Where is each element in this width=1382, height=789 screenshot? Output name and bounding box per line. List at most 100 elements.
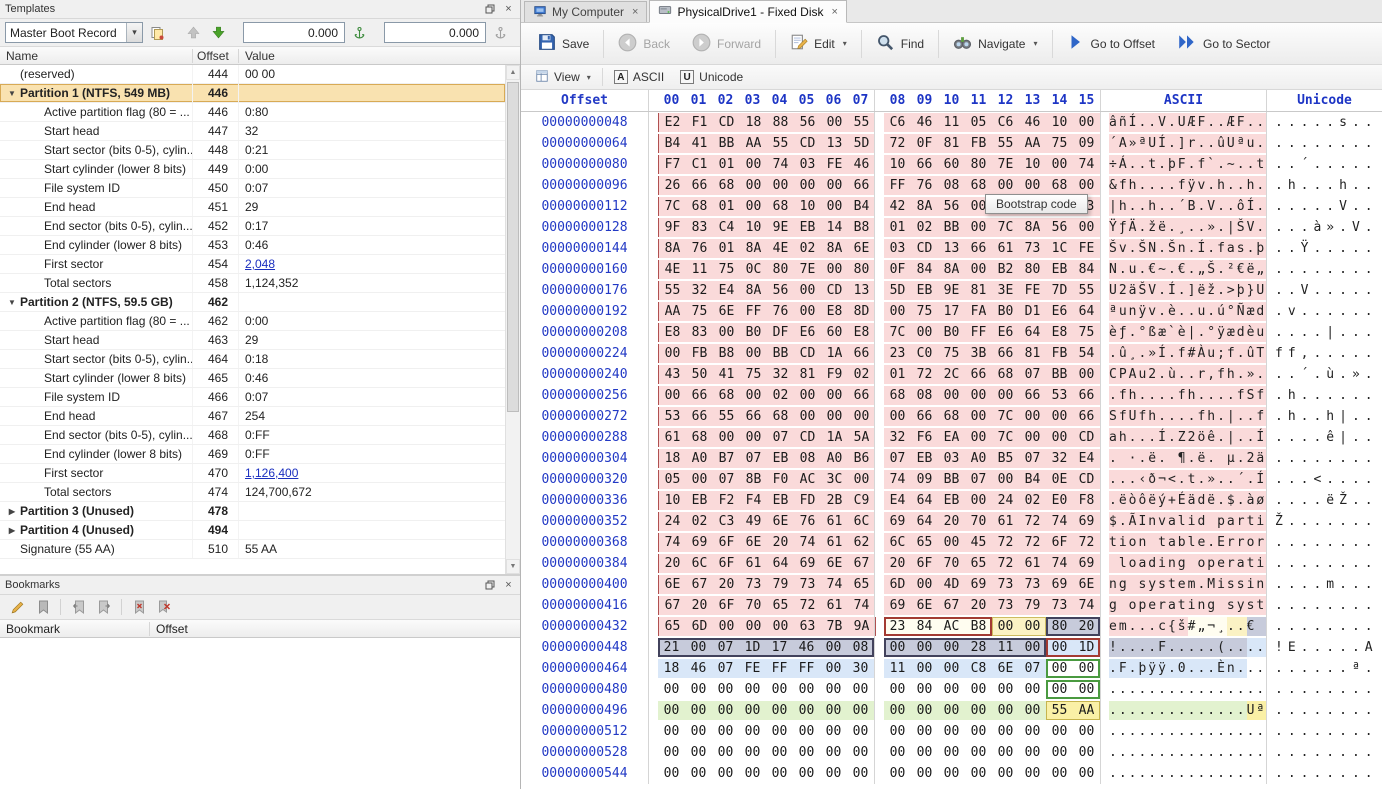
hex-byte[interactable]: 18 [740, 115, 767, 130]
hex-byte[interactable]: 8A [938, 262, 965, 277]
hex-byte[interactable]: A0 [965, 451, 992, 466]
hex-byte[interactable]: F7 [659, 157, 686, 172]
hex-byte[interactable]: C6 [992, 115, 1019, 130]
hex-byte[interactable]: 00 [713, 325, 740, 340]
hex-byte[interactable]: A0 [821, 451, 848, 466]
hex-byte[interactable]: 1D [739, 640, 766, 655]
hex-byte[interactable]: 68 [965, 178, 992, 193]
hex-byte[interactable]: 61 [821, 598, 848, 613]
template-row[interactable]: (reserved)44400 00 [0, 65, 505, 84]
hex-byte[interactable]: FF [740, 304, 767, 319]
hex-ascii[interactable]: . ·.ë. ¶.ë. µ.2ä [1100, 448, 1266, 469]
hex-byte[interactable]: 20 [686, 598, 713, 613]
hex-byte[interactable]: 6E [1073, 577, 1100, 592]
hex-byte[interactable]: 00 [992, 178, 1019, 193]
hex-byte[interactable]: 46 [793, 640, 820, 655]
hex-byte[interactable]: 00 [847, 745, 874, 760]
hex-byte[interactable]: 08 [911, 388, 938, 403]
hex-byte[interactable]: 6E [848, 241, 875, 256]
hex-byte[interactable]: 69 [1073, 514, 1100, 529]
hex-byte[interactable]: 01 [884, 367, 911, 382]
hex-byte[interactable]: FB [686, 346, 713, 361]
hex-byte[interactable]: 72 [884, 136, 911, 151]
hex-byte[interactable]: 64 [911, 493, 938, 508]
hex-byte[interactable]: 23 [884, 619, 911, 634]
hex-byte[interactable]: 20 [659, 556, 686, 571]
hex-byte[interactable]: 6F [1046, 535, 1073, 550]
hex-ascii[interactable]: N.u.€~.€.„Š.²€ë„ [1100, 259, 1266, 280]
hex-byte[interactable]: 00 [766, 703, 793, 718]
hex-byte[interactable]: 61 [821, 514, 848, 529]
hex-byte[interactable]: 6E [767, 514, 794, 529]
hex-byte[interactable]: 05 [965, 115, 992, 130]
hex-byte[interactable]: CD [713, 115, 740, 130]
hex-byte[interactable]: 6C [686, 556, 713, 571]
hex-byte[interactable]: 68 [686, 199, 713, 214]
hex-byte[interactable]: 00 [1019, 724, 1046, 739]
template-row[interactable]: Start sector (bits 0-5), cylin...4480:21 [0, 141, 505, 160]
hex-byte[interactable]: AA [1073, 703, 1100, 718]
hex-byte[interactable]: 80 [1046, 619, 1073, 634]
hex-byte[interactable]: 46 [911, 115, 938, 130]
hex-byte[interactable]: C9 [848, 493, 875, 508]
hex-byte[interactable]: F0 [767, 472, 794, 487]
hex-byte[interactable]: 1D [1073, 640, 1100, 655]
hex-unicode[interactable]: .v...... [1266, 301, 1382, 322]
hex-byte[interactable]: 00 [820, 703, 847, 718]
hex-unicode[interactable]: ......ª. [1266, 658, 1382, 679]
hex-byte[interactable]: 53 [1046, 388, 1073, 403]
hex-byte[interactable]: 74 [848, 598, 875, 613]
hex-byte[interactable]: 00 [1046, 766, 1073, 781]
hex-byte[interactable]: 69 [794, 556, 821, 571]
hex-ascii[interactable]: SfUfh....fh.|..f [1100, 406, 1266, 427]
hex-byte[interactable]: E0 [1046, 493, 1073, 508]
hex-byte[interactable]: 3C [821, 472, 848, 487]
hex-byte[interactable]: 00 [821, 115, 848, 130]
hex-byte[interactable]: 00 [793, 724, 820, 739]
hex-byte[interactable]: 66 [911, 409, 938, 424]
hex-byte[interactable]: 00 [1019, 178, 1046, 193]
unicode-toggle-button[interactable]: U Unicode [672, 67, 751, 88]
hex-byte[interactable]: 66 [740, 409, 767, 424]
hex-byte[interactable]: 00 [884, 409, 911, 424]
hex-byte[interactable]: D1 [1019, 304, 1046, 319]
hex-ascii[interactable]: âñÍ..V.UÆF..ÆF.. [1100, 112, 1266, 133]
find-button[interactable]: Find [865, 28, 935, 60]
hex-byte[interactable]: 00 [884, 682, 911, 697]
hex-byte[interactable]: 76 [794, 514, 821, 529]
hex-byte[interactable]: E8 [1046, 325, 1073, 340]
hex-byte[interactable]: 00 [1019, 409, 1046, 424]
hex-unicode[interactable]: .h...... [1266, 385, 1382, 406]
hex-byte[interactable]: 00 [965, 745, 992, 760]
scrollbar-thumb[interactable] [507, 82, 519, 412]
hex-byte[interactable]: 00 [1019, 703, 1046, 718]
hex-byte[interactable]: 66 [911, 157, 938, 172]
hex-byte[interactable]: 8A [911, 199, 938, 214]
hex-byte[interactable]: 72 [1019, 514, 1046, 529]
hex-byte[interactable]: 69 [1046, 577, 1073, 592]
hex-byte[interactable]: 00 [712, 682, 739, 697]
hex-byte[interactable]: 6E [659, 577, 686, 592]
hex-byte[interactable]: 00 [911, 640, 938, 655]
hex-byte[interactable]: 00 [658, 703, 685, 718]
hex-byte[interactable]: 6F [713, 535, 740, 550]
hex-byte[interactable]: BB [767, 346, 794, 361]
hex-byte[interactable]: 00 [658, 766, 685, 781]
hex-byte[interactable]: 00 [884, 640, 911, 655]
template-row[interactable]: End sector (bits 0-5), cylin...4520:17 [0, 217, 505, 236]
hex-byte[interactable]: 20 [1073, 619, 1100, 634]
hex-byte[interactable]: 00 [740, 157, 767, 172]
hex-byte[interactable]: 73 [740, 577, 767, 592]
remove-all-bookmarks-button[interactable] [154, 597, 176, 617]
hex-ascii[interactable]: ................ [1100, 763, 1266, 784]
hex-byte[interactable]: 00 [767, 178, 794, 193]
template-offset-input[interactable] [243, 22, 345, 43]
hex-byte[interactable]: 07 [1019, 661, 1046, 676]
hex-unicode[interactable]: ....ëŽ.. [1266, 490, 1382, 511]
hex-byte[interactable]: 8A [659, 241, 686, 256]
hex-byte[interactable]: 00 [911, 661, 938, 676]
hex-byte[interactable]: 18 [658, 661, 685, 676]
hex-byte[interactable]: 00 [658, 682, 685, 697]
hex-byte[interactable]: E8 [821, 304, 848, 319]
hex-byte[interactable]: 72 [1073, 535, 1100, 550]
